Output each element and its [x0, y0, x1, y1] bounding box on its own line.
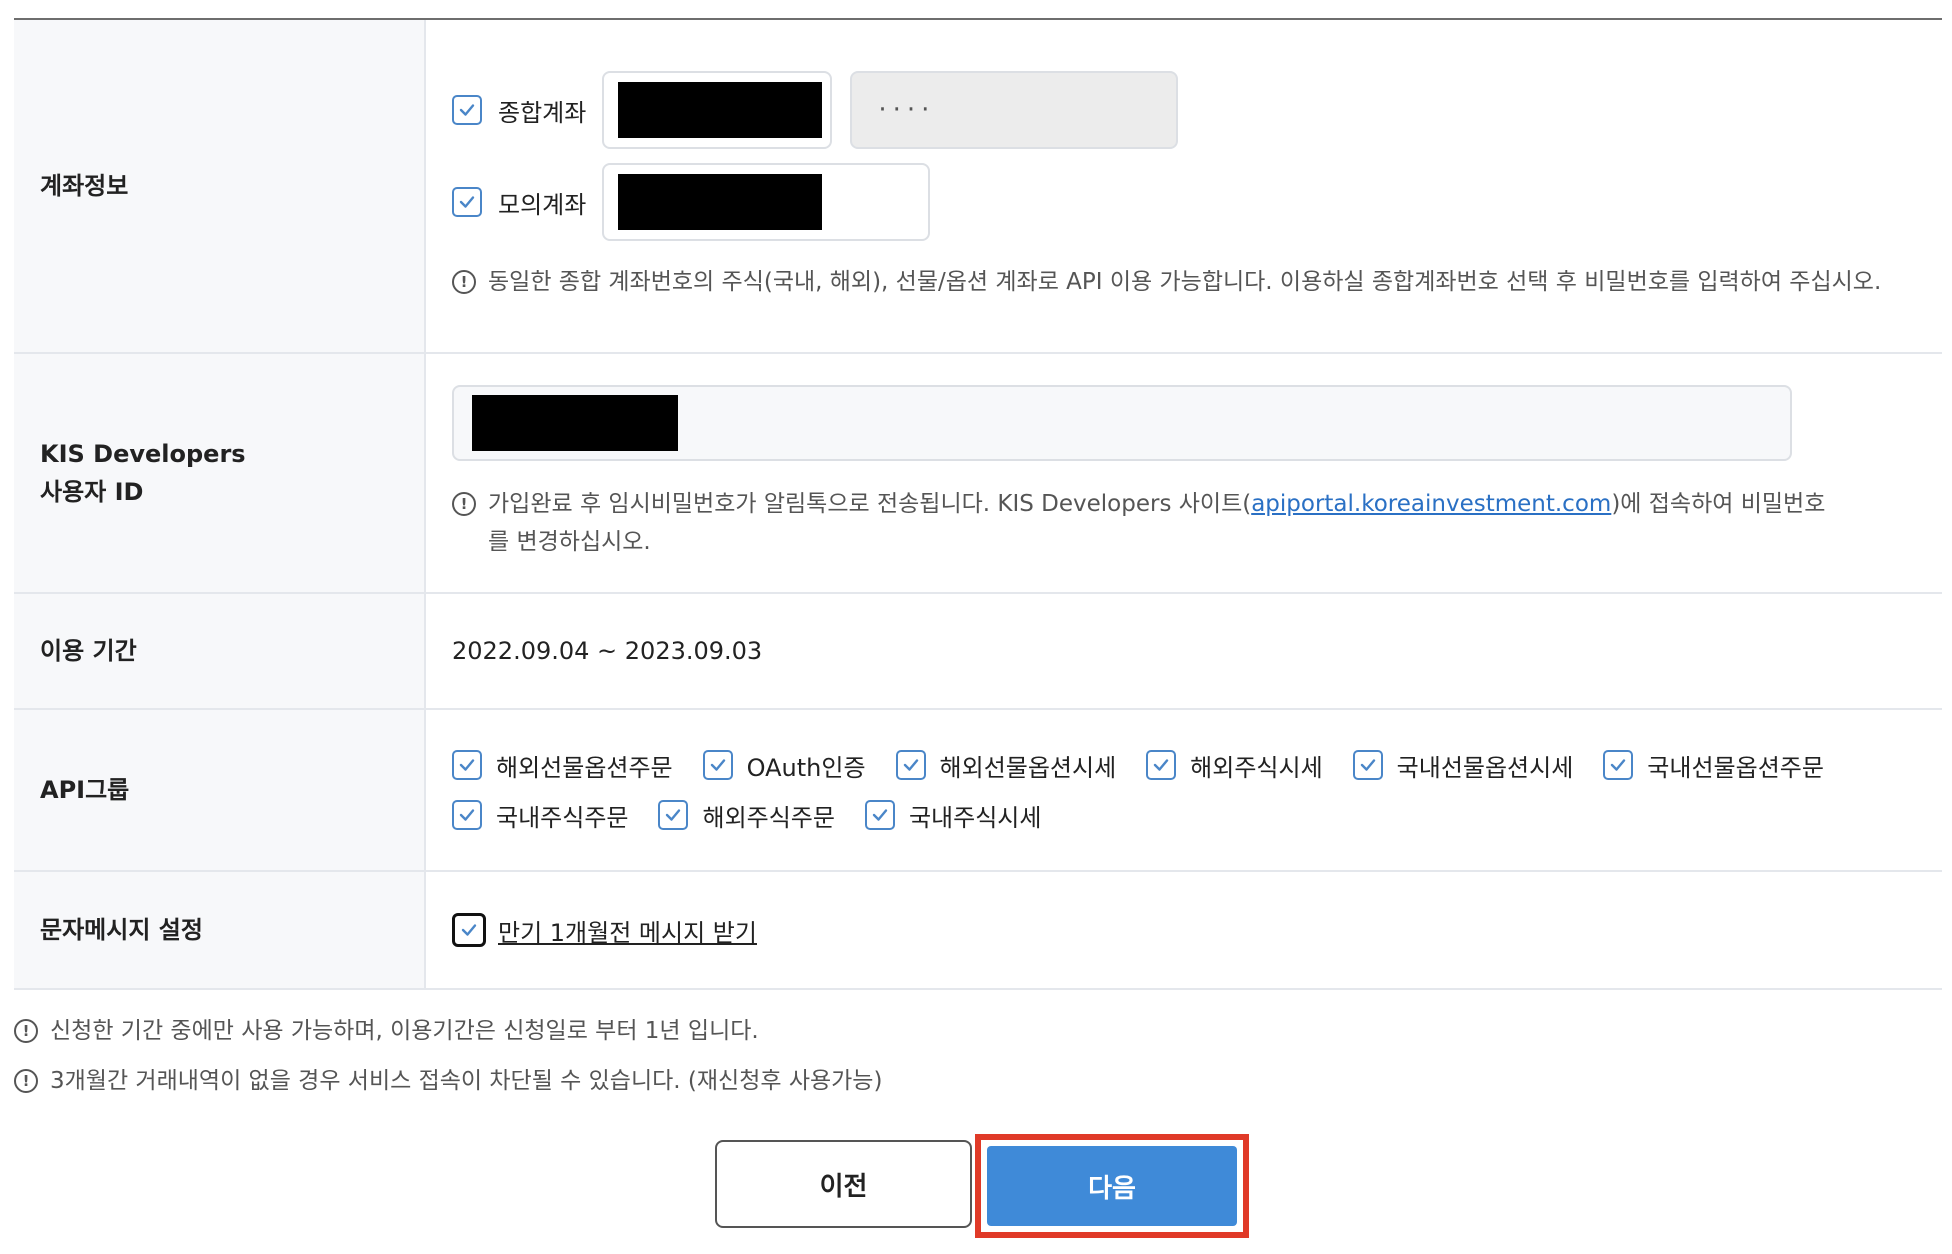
checkmark-icon	[1153, 759, 1169, 771]
api-group-item[interactable]: 해외선물옵션주문	[452, 740, 673, 790]
user-id-label-line2: 사용자 ID	[40, 478, 144, 506]
sms-setting-label: 문자메시지 설정	[14, 871, 426, 990]
api-group-checkbox[interactable]	[452, 750, 482, 780]
period-value: 2022.09.04 ~ 2023.09.03	[452, 637, 763, 665]
checkmark-icon	[666, 809, 681, 821]
checkmark-icon	[459, 759, 475, 771]
user-id-row: KIS Developers 사용자 ID ! 가입완료 후 임시비밀번호가 알…	[14, 353, 1942, 594]
api-group-item-label: 해외선물옵션주문	[496, 753, 673, 782]
sms-option-checkbox[interactable]	[452, 913, 486, 947]
api-group-row: API그룹 해외선물옵션주문 OAuth인증 해외선물옵션시세 해외주식시세 국…	[14, 709, 1942, 872]
account-info-value: 종합계좌 ···· 모의계좌 ! 동일한 종합 계좌번호의 주식(국내, 해외)…	[425, 20, 1942, 354]
info-icon: !	[14, 1069, 38, 1093]
api-group-item-label: OAuth인증	[746, 753, 866, 782]
api-group-item-label: 해외선물옵션시세	[939, 753, 1117, 782]
checkmark-icon	[459, 104, 475, 116]
period-row: 이용 기간 2022.09.04 ~ 2023.09.03	[14, 593, 1942, 710]
api-group-checkbox[interactable]	[1603, 750, 1634, 780]
user-id-value: ! 가입완료 후 임시비밀번호가 알림톡으로 전송됩니다. KIS Develo…	[425, 353, 1942, 594]
mock-account-select[interactable]	[602, 163, 931, 241]
api-group-item-label: 해외주식시세	[1190, 753, 1323, 782]
api-group-item-label: 국내선물옵션주문	[1647, 753, 1824, 782]
api-group-checkbox[interactable]	[702, 750, 733, 780]
api-group-item-label: 국내주식시세	[908, 803, 1042, 832]
info-icon: !	[14, 1019, 38, 1043]
account-info-label: 계좌정보	[14, 20, 426, 354]
api-group-item-label: 국내선물옵션시세	[1396, 753, 1574, 782]
api-group-checkbox[interactable]	[864, 800, 895, 830]
api-group-item[interactable]: 해외선물옵션시세	[895, 740, 1117, 790]
api-group-item[interactable]: 해외주식시세	[1146, 740, 1323, 790]
checkmark-icon	[710, 759, 725, 771]
api-group-checkbox[interactable]	[1146, 750, 1177, 780]
period-label: 이용 기간	[14, 593, 426, 710]
bottom-notice: ! 신청한 기간 중에만 사용 가능하며, 이용기간은 신청일로 부터 1년 입…	[14, 1012, 882, 1050]
bottom-notice: ! 3개월간 거래내역이 없을 경우 서비스 접속이 차단될 수 있습니다. (…	[14, 1062, 882, 1100]
api-group-value: 해외선물옵션주문 OAuth인증 해외선물옵션시세 해외주식시세 국내선물옵션시…	[425, 709, 1942, 872]
sms-setting-row: 문자메시지 설정 만기 1개월전 메시지 받기	[14, 871, 1942, 990]
user-id-label: KIS Developers 사용자 ID	[14, 353, 426, 594]
info-icon: !	[452, 270, 476, 294]
general-account-checkbox[interactable]	[452, 95, 482, 125]
checkmark-icon	[459, 809, 475, 821]
general-account-select[interactable]	[602, 71, 833, 149]
redacted-account-number	[618, 174, 823, 230]
account-password-field[interactable]: ····	[850, 71, 1179, 149]
api-group-item-label: 국내주식주문	[496, 803, 629, 832]
api-group-item[interactable]: 해외주식주문	[658, 790, 835, 840]
api-group-list: 해외선물옵션주문 OAuth인증 해외선물옵션시세 해외주식시세 국내선물옵션시…	[452, 740, 1952, 840]
period-value-cell: 2022.09.04 ~ 2023.09.03	[425, 593, 1942, 710]
sms-setting-value: 만기 1개월전 메시지 받기	[425, 871, 1942, 990]
general-account-label: 종합계좌	[498, 98, 587, 127]
checkmark-icon	[461, 924, 477, 936]
next-button[interactable]: 다음	[987, 1146, 1237, 1226]
user-id-notice-prefix: 가입완료 후 임시비밀번호가 알림톡으로 전송됩니다. KIS Develope…	[488, 491, 1252, 517]
checkmark-icon	[459, 196, 475, 208]
info-icon: !	[452, 492, 476, 516]
checkmark-icon	[903, 759, 918, 771]
sms-option-label: 만기 1개월전 메시지 받기	[498, 918, 757, 947]
api-group-item[interactable]: 국내선물옵션주문	[1603, 740, 1824, 790]
account-notice: ! 동일한 종합 계좌번호의 주식(국내, 해외), 선물/옵션 계좌로 API…	[452, 263, 1912, 301]
bottom-notices: ! 신청한 기간 중에만 사용 가능하며, 이용기간은 신청일로 부터 1년 입…	[14, 1012, 882, 1112]
general-account-line: 종합계좌 ····	[452, 71, 1942, 149]
checkmark-icon	[1360, 759, 1375, 771]
redacted-user-id	[472, 395, 678, 451]
api-portal-link[interactable]: apiportal.koreainvestment.com	[1251, 491, 1611, 517]
api-group-checkbox[interactable]	[658, 800, 689, 830]
application-form-table: 계좌정보 종합계좌 ···· 모의계좌 ! 동일한 종합 계좌번호의 주식(국내…	[14, 20, 1942, 990]
api-group-item[interactable]: 국내주식시세	[864, 790, 1042, 840]
api-group-item[interactable]: 국내선물옵션시세	[1352, 740, 1574, 790]
bottom-notice-text: 신청한 기간 중에만 사용 가능하며, 이용기간은 신청일로 부터 1년 입니다…	[50, 1018, 759, 1044]
user-id-field[interactable]	[452, 385, 1792, 461]
checkmark-icon	[1611, 759, 1626, 771]
api-group-item[interactable]: OAuth인증	[702, 740, 866, 790]
mock-account-label: 모의계좌	[498, 190, 587, 219]
mock-account-line: 모의계좌	[452, 163, 1942, 241]
sms-option[interactable]: 만기 1개월전 메시지 받기	[452, 913, 1942, 948]
api-group-checkbox[interactable]	[452, 800, 482, 830]
api-group-checkbox[interactable]	[895, 750, 926, 780]
user-id-notice: ! 가입완료 후 임시비밀번호가 알림톡으로 전송됩니다. KIS Develo…	[452, 485, 1832, 561]
user-id-label-line1: KIS Developers	[40, 440, 246, 468]
api-group-checkbox[interactable]	[1352, 750, 1383, 780]
account-info-row: 계좌정보 종합계좌 ···· 모의계좌 ! 동일한 종합 계좌번호의 주식(국내…	[14, 20, 1942, 354]
redacted-account-number	[618, 82, 823, 138]
mock-account-checkbox[interactable]	[452, 187, 482, 217]
api-group-item-label: 해외주식주문	[702, 803, 835, 832]
api-group-label: API그룹	[14, 709, 426, 872]
bottom-notice-text: 3개월간 거래내역이 없을 경우 서비스 접속이 차단될 수 있습니다. (재신…	[50, 1068, 883, 1094]
api-group-item[interactable]: 국내주식주문	[452, 790, 628, 840]
account-notice-text: 동일한 종합 계좌번호의 주식(국내, 해외), 선물/옵션 계좌로 API 이…	[488, 269, 1882, 295]
checkmark-icon	[872, 809, 888, 821]
user-id-notice-text: 가입완료 후 임시비밀번호가 알림톡으로 전송됩니다. KIS Develope…	[488, 485, 1832, 561]
prev-button[interactable]: 이전	[715, 1140, 972, 1228]
